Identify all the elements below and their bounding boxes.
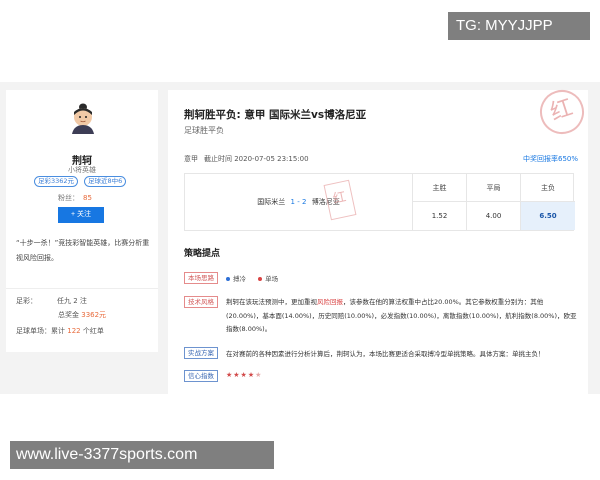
odds-home-loss: 主负 6.50 bbox=[521, 174, 575, 230]
stars-filled: ★★★★ bbox=[226, 371, 256, 379]
plan-text: 在对赛前的各种因素进行分析计算后，荆轲认为，本场比赛更适合采取搏冷型单挑策略。具… bbox=[226, 350, 545, 358]
odds-header: 主负 bbox=[521, 174, 575, 202]
avatar-icon[interactable] bbox=[68, 102, 98, 134]
stat-prize-label: 总奖金 bbox=[58, 311, 79, 319]
badge-confidence: 信心指数 bbox=[184, 370, 218, 382]
odds-header: 主胜 bbox=[413, 174, 466, 202]
watermark-top: TG: MYYJJPP bbox=[448, 12, 590, 40]
page-subtitle: 足球胜平负 bbox=[184, 126, 224, 135]
odds-home-win: 主胜 1.52 bbox=[413, 174, 467, 230]
odds-value: 4.00 bbox=[485, 212, 502, 220]
match-meta: 意甲 截止时间 2020-07-05 23:15:00 bbox=[184, 154, 315, 164]
strategy-legend: 搏冷 单场 bbox=[226, 273, 278, 283]
stat-single-suffix: 个红单 bbox=[82, 327, 104, 335]
odds-draw: 平局 4.00 bbox=[467, 174, 521, 230]
odds-header: 平局 bbox=[467, 174, 520, 202]
fans-count: 粉丝： 85 bbox=[58, 193, 92, 203]
upset-dot-icon bbox=[226, 277, 230, 281]
stat-lottery-label: 足彩： bbox=[16, 297, 37, 305]
stat-lottery-value: 任九 2 注 bbox=[57, 297, 87, 305]
red-stamp-small-icon: 红 bbox=[323, 179, 357, 221]
analysis-part-1: 荆轲在该玩法预测中，更加重视 bbox=[226, 298, 317, 306]
fans-value: 85 bbox=[83, 194, 92, 202]
stat-prize: 总奖金 3362元 bbox=[58, 310, 106, 320]
home-team[interactable]: 国际米兰 bbox=[257, 198, 285, 206]
page-content: 荆轲 小将英雄 足彩3362元 足球近8中6 粉丝： 85 + 关注 “十步一杀！… bbox=[0, 82, 600, 394]
odds-value: 1.52 bbox=[431, 212, 448, 220]
analysis-text: 荆轲在该玩法预测中，更加重视风险回报，该参数在他的算法权重中占比20.00%。其… bbox=[226, 296, 578, 337]
score-home: 1 bbox=[290, 198, 295, 206]
follow-button[interactable]: + 关注 bbox=[58, 207, 104, 223]
stat-single-label: 足球单场：累计 bbox=[16, 327, 65, 335]
legend-single: 单场 bbox=[265, 275, 279, 283]
analysis-highlight: 风险回报 bbox=[317, 298, 343, 306]
prediction-card: 红 荆轲胜平负: 意甲 国际米兰vs博洛尼亚 足球胜平负 意甲 截止时间 2020… bbox=[168, 84, 590, 394]
profile-subtitle: 小将英雄 bbox=[68, 166, 96, 174]
score-separator: - bbox=[297, 198, 300, 206]
fans-label: 粉丝： bbox=[58, 194, 79, 202]
stat-single-value: 122 bbox=[67, 327, 81, 335]
badge-tech: 技术风格 bbox=[184, 296, 218, 308]
single-dot-icon bbox=[258, 277, 263, 281]
profile-divider bbox=[6, 288, 158, 289]
match-teams: 国际米兰 1 - 2 博洛尼亚 红 bbox=[185, 174, 413, 230]
profile-tag-lottery: 足彩3362元 bbox=[34, 176, 79, 187]
badge-plan: 实战方案 bbox=[184, 347, 218, 359]
red-stamp-icon: 红 bbox=[534, 84, 590, 140]
score-away: 2 bbox=[302, 198, 307, 206]
hit-rate: 中奖回报率650% bbox=[522, 155, 578, 163]
profile-tag-record: 足球近8中6 bbox=[84, 176, 127, 187]
profile-card: 荆轲 小将英雄 足彩3362元 足球近8中6 粉丝： 85 + 关注 “十步一杀！… bbox=[6, 90, 158, 352]
odds-table: 国际米兰 1 - 2 博洛尼亚 红 主胜 1.52 平局 4.00 主负 6.5… bbox=[184, 173, 575, 231]
legend-upset: 搏冷 bbox=[233, 275, 246, 283]
profile-intro: “十步一杀！”竞技彩智能英雄，比赛分析重视风险回报。 bbox=[16, 239, 150, 262]
deadline-label: 截止时间 2020-07-05 23:15:00 bbox=[204, 155, 309, 163]
stat-prize-value: 3362元 bbox=[81, 311, 107, 319]
confidence-stars-icon: ★★★★★ bbox=[226, 371, 262, 379]
stat-single: 足球单场：累计 122 个红单 bbox=[16, 326, 104, 336]
page-title: 荆轲胜平负: 意甲 国际米兰vs博洛尼亚 bbox=[184, 109, 367, 121]
watermark-bottom: www.live-3377sports.com bbox=[10, 441, 274, 469]
strategy-heading: 策略提点 bbox=[184, 249, 221, 259]
stat-lottery: 足彩： 任九 2 注 bbox=[16, 296, 87, 306]
league-label: 意甲 bbox=[184, 155, 198, 163]
badge-theme: 本场思路 bbox=[184, 272, 218, 284]
odds-value-selected: 6.50 bbox=[521, 202, 575, 230]
match-score: 1 - 2 bbox=[291, 198, 307, 206]
stars-empty: ★ bbox=[255, 371, 263, 379]
